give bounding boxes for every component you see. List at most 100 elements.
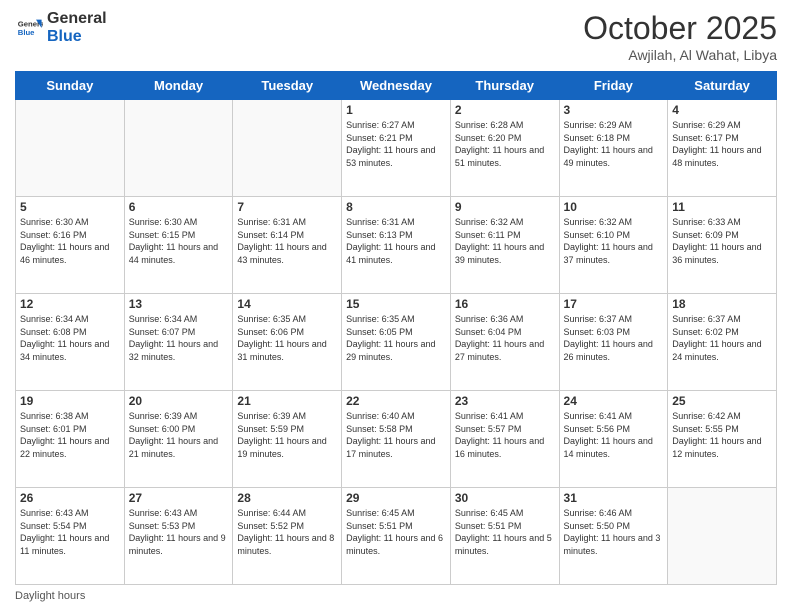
calendar-header-thursday: Thursday	[450, 72, 559, 100]
svg-text:Blue: Blue	[18, 28, 35, 37]
day-info: Sunrise: 6:42 AM Sunset: 5:55 PM Dayligh…	[672, 410, 772, 460]
logo-text: General Blue	[47, 10, 107, 45]
calendar-cell: 6 Sunrise: 6:30 AM Sunset: 6:15 PM Daylig…	[124, 197, 233, 294]
day-info: Sunrise: 6:35 AM Sunset: 6:05 PM Dayligh…	[346, 313, 446, 363]
calendar-cell: 9 Sunrise: 6:32 AM Sunset: 6:11 PM Daylig…	[450, 197, 559, 294]
day-number: 25	[672, 394, 772, 408]
day-number: 6	[129, 200, 229, 214]
daylight-label: Daylight hours	[15, 590, 85, 602]
logo-blue: Blue	[47, 28, 107, 46]
calendar-cell	[233, 100, 342, 197]
calendar-header-friday: Friday	[559, 72, 668, 100]
calendar-cell	[124, 100, 233, 197]
calendar-week-1: 1Sunrise: 6:27 AM Sunset: 6:21 PM Daylig…	[16, 100, 777, 197]
day-info: Sunrise: 6:27 AM Sunset: 6:21 PM Dayligh…	[346, 119, 446, 169]
day-info: Sunrise: 6:44 AM Sunset: 5:52 PM Dayligh…	[237, 507, 337, 557]
day-number: 9	[455, 200, 555, 214]
calendar-cell: 23Sunrise: 6:41 AM Sunset: 5:57 PM Dayli…	[450, 391, 559, 488]
day-number: 10	[564, 200, 664, 214]
calendar-cell: 16Sunrise: 6:36 AM Sunset: 6:04 PM Dayli…	[450, 294, 559, 391]
calendar-header-wednesday: Wednesday	[342, 72, 451, 100]
day-info: Sunrise: 6:45 AM Sunset: 5:51 PM Dayligh…	[455, 507, 555, 557]
calendar-cell: 15Sunrise: 6:35 AM Sunset: 6:05 PM Dayli…	[342, 294, 451, 391]
day-number: 24	[564, 394, 664, 408]
day-number: 12	[20, 297, 120, 311]
calendar-cell: 20Sunrise: 6:39 AM Sunset: 6:00 PM Dayli…	[124, 391, 233, 488]
calendar-cell: 1Sunrise: 6:27 AM Sunset: 6:21 PM Daylig…	[342, 100, 451, 197]
day-info: Sunrise: 6:37 AM Sunset: 6:02 PM Dayligh…	[672, 313, 772, 363]
day-info: Sunrise: 6:45 AM Sunset: 5:51 PM Dayligh…	[346, 507, 446, 557]
day-number: 28	[237, 491, 337, 505]
day-info: Sunrise: 6:31 AM Sunset: 6:14 PM Dayligh…	[237, 216, 337, 266]
calendar-week-2: 5 Sunrise: 6:30 AM Sunset: 6:16 PM Daylig…	[16, 197, 777, 294]
day-info: Sunrise: 6:28 AM Sunset: 6:20 PM Dayligh…	[455, 119, 555, 169]
day-number: 13	[129, 297, 229, 311]
title-section: October 2025 Awjilah, Al Wahat, Libya	[583, 10, 777, 63]
calendar-cell: 19Sunrise: 6:38 AM Sunset: 6:01 PM Dayli…	[16, 391, 125, 488]
calendar-header-row: SundayMondayTuesdayWednesdayThursdayFrid…	[16, 72, 777, 100]
day-info: Sunrise: 6:34 AM Sunset: 6:07 PM Dayligh…	[129, 313, 229, 363]
day-info: Sunrise: 6:36 AM Sunset: 6:04 PM Dayligh…	[455, 313, 555, 363]
calendar-cell: 28 Sunrise: 6:44 AM Sunset: 5:52 PM Dayli…	[233, 488, 342, 585]
calendar-cell	[16, 100, 125, 197]
day-number: 7	[237, 200, 337, 214]
calendar-header-tuesday: Tuesday	[233, 72, 342, 100]
day-info: Sunrise: 6:46 AM Sunset: 5:50 PM Dayligh…	[564, 507, 664, 557]
calendar-cell: 5 Sunrise: 6:30 AM Sunset: 6:16 PM Daylig…	[16, 197, 125, 294]
day-number: 17	[564, 297, 664, 311]
calendar-header-monday: Monday	[124, 72, 233, 100]
calendar-cell: 30 Sunrise: 6:45 AM Sunset: 5:51 PM Dayli…	[450, 488, 559, 585]
day-info: Sunrise: 6:31 AM Sunset: 6:13 PM Dayligh…	[346, 216, 446, 266]
day-info: Sunrise: 6:39 AM Sunset: 5:59 PM Dayligh…	[237, 410, 337, 460]
day-number: 5	[20, 200, 120, 214]
day-info: Sunrise: 6:32 AM Sunset: 6:11 PM Dayligh…	[455, 216, 555, 266]
logo-general: General	[47, 10, 107, 28]
day-number: 3	[564, 103, 664, 117]
calendar-cell: 14 Sunrise: 6:35 AM Sunset: 6:06 PM Dayli…	[233, 294, 342, 391]
page: General Blue General Blue October 2025 A…	[0, 0, 792, 612]
day-info: Sunrise: 6:43 AM Sunset: 5:54 PM Dayligh…	[20, 507, 120, 557]
day-info: Sunrise: 6:33 AM Sunset: 6:09 PM Dayligh…	[672, 216, 772, 266]
day-info: Sunrise: 6:30 AM Sunset: 6:16 PM Dayligh…	[20, 216, 120, 266]
day-number: 11	[672, 200, 772, 214]
day-number: 20	[129, 394, 229, 408]
calendar-cell	[668, 488, 777, 585]
footer: Daylight hours	[15, 590, 777, 602]
day-number: 30	[455, 491, 555, 505]
day-number: 22	[346, 394, 446, 408]
day-info: Sunrise: 6:41 AM Sunset: 5:57 PM Dayligh…	[455, 410, 555, 460]
calendar-table: SundayMondayTuesdayWednesdayThursdayFrid…	[15, 71, 777, 585]
calendar-cell: 3 Sunrise: 6:29 AM Sunset: 6:18 PM Daylig…	[559, 100, 668, 197]
day-number: 8	[346, 200, 446, 214]
calendar-cell: 2 Sunrise: 6:28 AM Sunset: 6:20 PM Daylig…	[450, 100, 559, 197]
calendar-week-4: 19Sunrise: 6:38 AM Sunset: 6:01 PM Dayli…	[16, 391, 777, 488]
calendar-cell: 11 Sunrise: 6:33 AM Sunset: 6:09 PM Dayli…	[668, 197, 777, 294]
calendar-header-saturday: Saturday	[668, 72, 777, 100]
day-info: Sunrise: 6:29 AM Sunset: 6:18 PM Dayligh…	[564, 119, 664, 169]
day-info: Sunrise: 6:30 AM Sunset: 6:15 PM Dayligh…	[129, 216, 229, 266]
calendar-cell: 27Sunrise: 6:43 AM Sunset: 5:53 PM Dayli…	[124, 488, 233, 585]
day-number: 31	[564, 491, 664, 505]
day-info: Sunrise: 6:38 AM Sunset: 6:01 PM Dayligh…	[20, 410, 120, 460]
calendar-cell: 22Sunrise: 6:40 AM Sunset: 5:58 PM Dayli…	[342, 391, 451, 488]
calendar-cell: 24Sunrise: 6:41 AM Sunset: 5:56 PM Dayli…	[559, 391, 668, 488]
day-number: 26	[20, 491, 120, 505]
day-info: Sunrise: 6:35 AM Sunset: 6:06 PM Dayligh…	[237, 313, 337, 363]
calendar-cell: 10 Sunrise: 6:32 AM Sunset: 6:10 PM Dayli…	[559, 197, 668, 294]
day-number: 14	[237, 297, 337, 311]
day-info: Sunrise: 6:37 AM Sunset: 6:03 PM Dayligh…	[564, 313, 664, 363]
location-subtitle: Awjilah, Al Wahat, Libya	[583, 47, 777, 63]
calendar-cell: 12Sunrise: 6:34 AM Sunset: 6:08 PM Dayli…	[16, 294, 125, 391]
calendar-cell: 29Sunrise: 6:45 AM Sunset: 5:51 PM Dayli…	[342, 488, 451, 585]
day-info: Sunrise: 6:43 AM Sunset: 5:53 PM Dayligh…	[129, 507, 229, 557]
logo-icon: General Blue	[15, 14, 43, 42]
calendar-cell: 4Sunrise: 6:29 AM Sunset: 6:17 PM Daylig…	[668, 100, 777, 197]
calendar-cell: 25 Sunrise: 6:42 AM Sunset: 5:55 PM Dayli…	[668, 391, 777, 488]
day-info: Sunrise: 6:32 AM Sunset: 6:10 PM Dayligh…	[564, 216, 664, 266]
calendar-cell: 31 Sunrise: 6:46 AM Sunset: 5:50 PM Dayli…	[559, 488, 668, 585]
calendar-cell: 7 Sunrise: 6:31 AM Sunset: 6:14 PM Daylig…	[233, 197, 342, 294]
day-number: 2	[455, 103, 555, 117]
calendar-cell: 26 Sunrise: 6:43 AM Sunset: 5:54 PM Dayli…	[16, 488, 125, 585]
day-number: 21	[237, 394, 337, 408]
calendar-cell: 18Sunrise: 6:37 AM Sunset: 6:02 PM Dayli…	[668, 294, 777, 391]
